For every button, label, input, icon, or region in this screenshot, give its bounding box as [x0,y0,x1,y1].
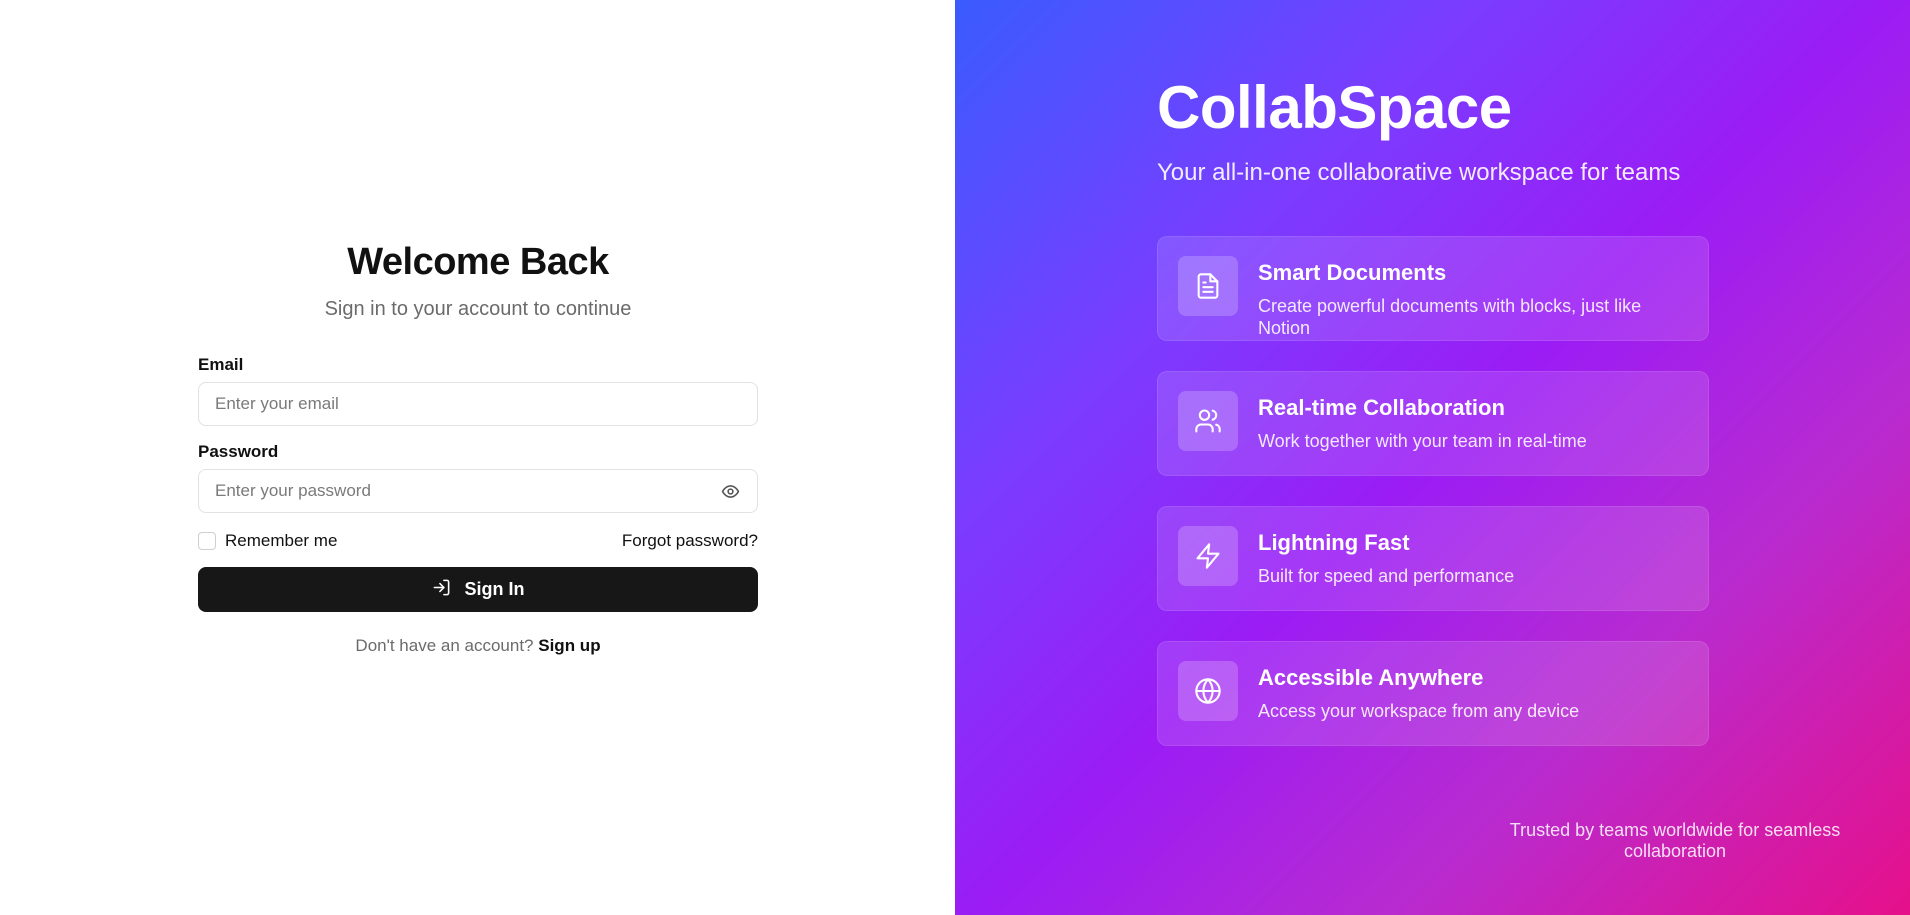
sign-in-button[interactable]: Sign In [198,567,758,612]
page-subtitle: Sign in to your account to continue [324,298,632,320]
brand-panel: CollabSpace Your all-in-one collaborativ… [955,0,1910,915]
email-field-wrapper [198,382,758,426]
remember-label: Remember me [225,531,338,550]
feature-description: Work together with your team in real-tim… [1258,431,1587,451]
lightning-icon [1178,526,1238,586]
password-field-wrapper [198,469,758,513]
feature-card: Accessible Anywhere Access your workspac… [1157,641,1709,746]
forgot-password-link[interactable]: Forgot password? [622,531,758,551]
feature-card: Lightning Fast Built for speed and perfo… [1157,506,1709,611]
feature-title: Accessible Anywhere [1258,665,1484,690]
users-icon [1178,391,1238,451]
signup-prompt: Don't have an account? Sign up [198,636,758,656]
email-field[interactable] [215,394,741,414]
no-account-text: Don't have an account? [355,636,534,655]
sign-in-icon [432,578,451,602]
feature-description: Create powerful documents with blocks, j… [1258,296,1642,338]
brand-name: CollabSpace [1157,74,1512,141]
sign-in-label: Sign In [464,579,525,599]
feature-description: Built for speed and performance [1258,566,1515,586]
feature-card: Smart Documents Create powerful document… [1157,236,1709,341]
email-label: Email [198,355,244,374]
remember-me[interactable]: Remember me [198,531,337,551]
password-label: Password [198,442,279,461]
feature-list: Smart Documents Create powerful document… [1157,236,1709,746]
login-form: Welcome Back Sign in to your account to … [198,240,758,656]
password-field[interactable] [215,481,719,501]
sign-up-link[interactable]: Sign up [538,636,600,655]
page-title: Welcome Back [347,241,609,283]
feature-description: Access your workspace from any device [1258,701,1580,721]
feature-card: Real-time Collaboration Work together wi… [1157,371,1709,476]
brand-tagline: Your all-in-one collaborative workspace … [1157,159,1681,186]
options-row: Remember me Forgot password? [198,531,758,551]
eye-icon[interactable] [719,480,741,502]
login-panel: Welcome Back Sign in to your account to … [0,0,955,915]
feature-title: Real-time Collaboration [1258,395,1505,420]
document-icon [1178,256,1238,316]
brand-content: CollabSpace Your all-in-one collaborativ… [1157,70,1709,776]
remember-checkbox[interactable] [198,532,216,550]
trust-note: Trusted by teams worldwide for seamless … [1509,820,1841,861]
feature-title: Smart Documents [1258,260,1447,285]
feature-title: Lightning Fast [1258,530,1410,555]
globe-icon [1178,661,1238,721]
